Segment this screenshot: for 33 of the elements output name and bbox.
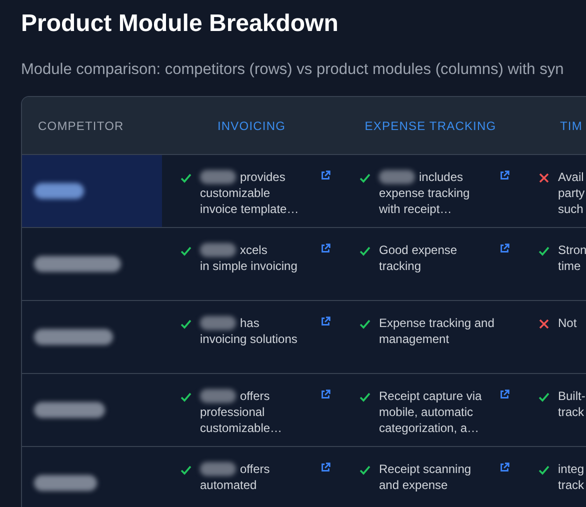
external-link-icon[interactable] [320,316,331,327]
cell-text: has invoicing solutions [200,315,298,347]
column-header: COMPETITOR [38,118,124,132]
cell-text: Receipt capture via mobile, automatic categorization, a… [379,388,483,436]
cell-text: Good expense tracking [379,242,458,274]
cell-text: includes expense tracking with receipt… [379,169,471,217]
page-title: Product Module Breakdown [21,10,340,38]
cell-text: provides customizable invoice template… [200,169,300,217]
page-subtitle: Module comparison: competitors (rows) vs product modules (columns) with syn [21,60,565,80]
column-header: EXPENSE TRACKING [364,118,496,132]
cell-text: offers automated [200,461,271,493]
cell-text: xcels in simple invoicing [200,242,298,274]
blurred-name [34,475,97,491]
column-header: TIM [560,118,582,132]
cell-text: Avail party such [558,169,586,217]
column-header: INVOICING [217,118,286,132]
competitor-cell[interactable] [22,155,162,227]
cell-text: offers professional customizable… [200,388,284,436]
external-link-icon[interactable] [499,243,510,254]
external-link-icon[interactable] [320,389,331,400]
external-link-icon[interactable] [499,462,510,473]
blurred-name [34,402,105,418]
cell-text: Not [558,315,578,331]
cell-text: Built- track [558,388,586,420]
external-link-icon[interactable] [320,170,331,181]
blurred-name [34,183,84,199]
cell-text: Receipt scanning and expense [379,461,472,493]
external-link-icon[interactable] [499,389,510,400]
external-link-icon[interactable] [320,462,331,473]
external-link-icon[interactable] [499,170,510,181]
cell-text: Stron time [558,242,586,274]
external-link-icon[interactable] [320,243,331,254]
cell-text: integ track [558,461,586,493]
